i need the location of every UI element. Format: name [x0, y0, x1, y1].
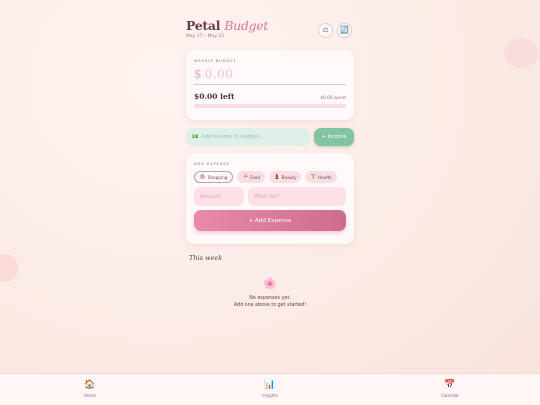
nav-label-home: Home: [84, 393, 96, 398]
category-chip-label: Shopping: [207, 174, 228, 180]
category-chip-label: Food: [250, 174, 261, 180]
income-row: 💵 Add income to budget... + Income: [186, 128, 354, 146]
bar-chart-icon: 📊: [264, 380, 276, 390]
category-chip-beauty[interactable]: 💄 Beauty: [269, 171, 302, 183]
empty-state: 🌸 No expenses yet. Add one above to get …: [186, 278, 354, 308]
shopping-bag-icon: 🛍: [200, 174, 206, 180]
add-income-button[interactable]: + Income: [314, 128, 354, 146]
budget-amount-input[interactable]: $ 0.00: [194, 67, 346, 85]
expense-amount-input[interactable]: Amount: [194, 187, 244, 206]
money-icon: 💵: [192, 134, 199, 140]
lipstick-icon: 💄: [274, 174, 280, 180]
home-icon: 🏠: [84, 380, 96, 390]
bottom-nav: 🏠 Home 📊 Insights 📅 Calendar: [0, 373, 540, 405]
income-placeholder: Add income to budget...: [201, 134, 264, 140]
app-title-main: Petal: [186, 18, 221, 33]
noodle-bowl-icon: 🍜: [242, 174, 248, 180]
this-week-heading: This week: [189, 254, 223, 262]
dumbbell-icon: 🏋: [310, 174, 317, 180]
expense-inputs: Amount What for?: [194, 187, 346, 206]
nav-item-home[interactable]: 🏠 Home: [0, 374, 180, 405]
decorative-petal: [0, 254, 18, 282]
empty-state-line2: Add one above to get started!: [233, 303, 307, 308]
empty-state-line1: No expenses yet.: [249, 296, 291, 301]
header-actions: ⚖ 🔄: [318, 23, 352, 38]
income-input[interactable]: 💵 Add income to budget...: [186, 128, 310, 146]
budget-progress-bar: [194, 104, 346, 108]
category-chip-food[interactable]: 🍜 Food: [237, 171, 266, 183]
add-expense-button[interactable]: + Add Expense: [194, 210, 346, 231]
add-expense-card: ADD EXPENSE 🛍 Shopping 🍜 Food 💄 Beauty 🏋…: [186, 153, 354, 244]
scale-button[interactable]: ⚖: [318, 23, 333, 38]
category-chip-health[interactable]: 🏋 Health: [305, 171, 337, 183]
app-container: Petal Budget May 17 – May 23 ⚖ 🔄 WEEKLY …: [186, 18, 354, 308]
calendar-sync-icon: 🔄: [340, 26, 349, 34]
budget-amount-placeholder: 0.00: [204, 67, 234, 81]
category-chips: 🛍 Shopping 🍜 Food 💄 Beauty 🏋 Health: [194, 171, 346, 183]
scale-icon: ⚖: [322, 26, 329, 34]
weekly-budget-label: WEEKLY BUDGET: [194, 58, 237, 63]
budget-spent-text: $0.00 spent: [320, 96, 346, 101]
header: Petal Budget May 17 – May 23 ⚖ 🔄: [186, 18, 354, 44]
currency-symbol: $: [194, 67, 202, 81]
nav-label-calendar: Calendar: [441, 393, 459, 398]
nav-item-insights[interactable]: 📊 Insights: [180, 374, 360, 405]
app-title-accent: Budget: [224, 18, 269, 33]
sync-button[interactable]: 🔄: [337, 23, 352, 38]
category-chip-label: Beauty: [281, 174, 297, 180]
category-chip-shopping[interactable]: 🛍 Shopping: [194, 171, 234, 183]
nav-item-calendar[interactable]: 📅 Calendar: [360, 374, 540, 405]
decorative-petal: [504, 38, 538, 68]
weekly-budget-card: WEEKLY BUDGET $ 0.00 $0.00 left $0.00 sp…: [186, 50, 354, 120]
budget-summary: $0.00 left $0.00 spent: [194, 92, 346, 101]
add-expense-label: ADD EXPENSE: [194, 161, 230, 166]
category-chip-label: Health: [318, 174, 332, 180]
budget-left-text: $0.00 left: [194, 92, 235, 101]
cherry-blossom-icon: 🌸: [263, 277, 277, 290]
expense-description-input[interactable]: What for?: [248, 187, 346, 206]
nav-label-insights: Insights: [262, 393, 278, 398]
calendar-icon: 📅: [444, 380, 456, 390]
